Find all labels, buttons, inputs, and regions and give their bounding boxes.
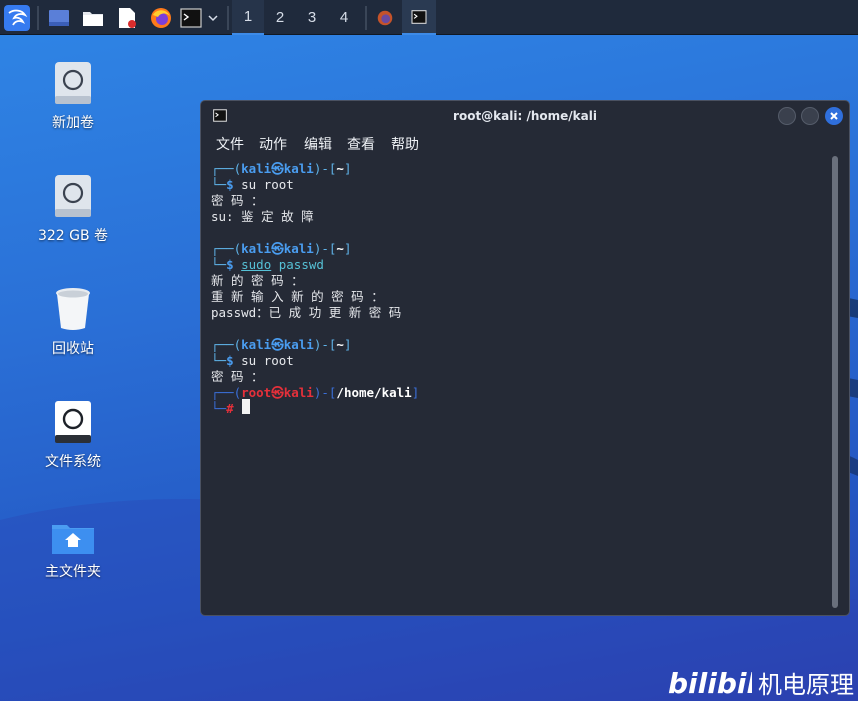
terminal-output[interactable]: ┌──(kali㉿kali)-[~] └─$ su root 密 码 ： su:… <box>211 159 821 609</box>
prompt-dir: ~ <box>336 337 344 352</box>
command-line: └─$ su root <box>211 353 294 368</box>
root-command-line: └─# <box>211 401 234 416</box>
firefox-icon[interactable] <box>148 3 174 32</box>
text-editor-icon[interactable] <box>114 3 140 32</box>
output-line: 新 的 密 码 ： <box>211 273 304 288</box>
window-title: root@kali: /home/kali <box>453 109 597 123</box>
desktop-icon-filesystem[interactable]: 文件系统 <box>23 399 123 471</box>
prompt-user: kali <box>241 161 272 176</box>
menu-view[interactable]: 查看 <box>347 135 375 155</box>
command-text: su root <box>241 177 294 192</box>
taskbar-separator <box>37 6 39 30</box>
taskbar-separator <box>365 6 367 30</box>
prompt-line: ┌──(kali㉿kali)-[~] <box>211 337 352 352</box>
home-folder-icon <box>52 525 94 554</box>
maximize-button[interactable] <box>801 107 819 125</box>
prompt-dir: ~ <box>336 161 344 176</box>
menu-edit[interactable]: 编辑 <box>304 135 332 155</box>
terminal-menubar: 文件 动作 编辑 查看 帮助 <box>201 131 849 157</box>
command-text: su root <box>241 353 294 368</box>
bilibili-logo-text: bilibili <box>668 667 752 699</box>
close-button[interactable] <box>825 107 843 125</box>
workspace-3-button[interactable]: 3 <box>296 0 328 35</box>
taskbar-separator <box>227 6 229 30</box>
prompt-host: kali <box>283 241 314 256</box>
prompt-dir: ~ <box>336 241 344 256</box>
desktop-icon-label: 回收站 <box>52 341 94 357</box>
menu-help[interactable]: 帮助 <box>391 135 419 155</box>
drive-icon <box>55 62 91 104</box>
workspace-2-button[interactable]: 2 <box>264 0 296 35</box>
watermark-text: 机电原理 <box>758 670 854 699</box>
prompt-dir: /home/kali <box>336 385 412 400</box>
prompt-host: kali <box>283 385 314 400</box>
minimize-button[interactable] <box>778 107 796 125</box>
prompt-user: root <box>241 385 272 400</box>
desktop-icon-label: 主文件夹 <box>45 564 101 580</box>
text-cursor <box>242 399 250 414</box>
prompt-user: kali <box>241 337 272 352</box>
bilibili-logo: bilibili <box>668 667 752 699</box>
drive-icon <box>55 175 91 217</box>
output-line: 重 新 输 入 新 的 密 码 ： <box>211 289 384 304</box>
command-line: └─$ su root <box>211 177 294 192</box>
prompt-line: ┌──(kali㉿kali)-[~] <box>211 241 352 256</box>
chevron-down-icon[interactable] <box>205 3 221 32</box>
terminal-titlebar[interactable]: root@kali: /home/kali <box>201 101 849 131</box>
output-line: su: 鉴 定 故 障 <box>211 209 314 224</box>
prompt-line: ┌──(kali㉿kali)-[~] <box>211 161 352 176</box>
prompt-user: kali <box>241 241 272 256</box>
output-line: 密 码 ： <box>211 369 264 384</box>
file-manager-icon[interactable] <box>80 3 106 32</box>
desktop-icon-label: 322 GB 卷 <box>37 228 109 244</box>
taskbar: 1 2 3 4 <box>0 0 858 35</box>
desktop-icon-new-volume[interactable]: 新加卷 <box>23 60 123 132</box>
menu-actions[interactable]: 动作 <box>259 135 287 155</box>
show-desktop-icon[interactable] <box>46 3 72 32</box>
desktop-icon-322gb-volume[interactable]: 322 GB 卷 <box>23 173 123 245</box>
desktop-icon-trash[interactable]: 回收站 <box>23 286 123 358</box>
command-text: passwd <box>271 257 324 272</box>
menu-file[interactable]: 文件 <box>216 135 244 155</box>
terminal-scrollbar[interactable] <box>832 156 838 608</box>
trash-icon <box>56 288 90 330</box>
taskbar-firefox-window[interactable] <box>368 0 402 35</box>
workspace-1-button[interactable]: 1 <box>232 0 264 35</box>
bilibili-watermark: bilibili 机电原理 <box>668 664 854 700</box>
prompt-host: kali <box>283 161 314 176</box>
output-line: passwd：已 成 功 更 新 密 码 <box>211 305 402 320</box>
command-sudo: sudo <box>241 257 272 272</box>
desktop-icon-home-folder[interactable]: 主文件夹 <box>23 521 123 581</box>
close-icon <box>830 112 838 120</box>
taskbar-terminal-window[interactable] <box>402 0 436 35</box>
filesystem-icon <box>55 401 91 443</box>
output-line: 密 码 ： <box>211 193 264 208</box>
terminal-launcher-icon[interactable] <box>179 3 203 32</box>
command-line: └─$ sudo passwd <box>211 257 324 272</box>
workspace-4-button[interactable]: 4 <box>328 0 360 35</box>
desktop-icon-label: 文件系统 <box>45 454 101 470</box>
kali-menu-icon[interactable] <box>3 3 31 32</box>
desktop-icon-label: 新加卷 <box>52 115 94 131</box>
prompt-host: kali <box>283 337 314 352</box>
terminal-window[interactable]: root@kali: /home/kali 文件 动作 编辑 查看 帮助 ┌──… <box>200 100 850 616</box>
